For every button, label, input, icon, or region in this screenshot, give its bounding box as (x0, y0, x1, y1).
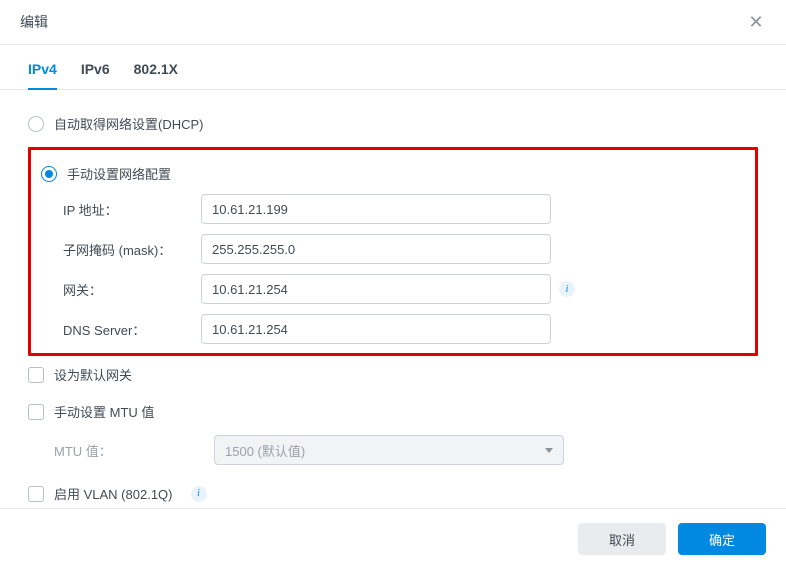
mtu-value-row: MTU 值： 1500 (默认值) (28, 430, 758, 475)
dialog-title: 编辑 (20, 12, 48, 32)
subnet-mask-label: 子网掩码 (mask)： (41, 240, 201, 259)
radio-manual[interactable] (41, 166, 57, 182)
dialog-footer: 取消 确定 (0, 508, 786, 569)
radio-dhcp[interactable] (28, 116, 44, 132)
mtu-label: 手动设置 MTU 值 (54, 402, 154, 421)
radio-dhcp-label: 自动取得网络设置(DHCP) (54, 114, 204, 133)
radio-manual-label: 手动设置网络配置 (67, 164, 171, 183)
mtu-value-label: MTU 值： (28, 441, 214, 460)
dns-label: DNS Server： (41, 320, 201, 339)
subnet-mask-row: 子网掩码 (mask)： (31, 229, 755, 269)
radio-dhcp-row: 自动取得网络设置(DHCP) (28, 108, 758, 139)
gateway-row: 网关： (31, 269, 755, 309)
mtu-row: 手动设置 MTU 值 (28, 393, 758, 430)
ip-address-label: IP 地址： (41, 200, 201, 219)
dns-row: DNS Server： (31, 309, 755, 349)
manual-config-highlight: 手动设置网络配置 IP 地址： 子网掩码 (mask)： 网关： DNS Ser… (28, 147, 758, 356)
gateway-input[interactable] (201, 274, 551, 304)
tab-8021x[interactable]: 802.1X (134, 61, 178, 89)
info-icon[interactable] (191, 486, 207, 502)
vlan-row: 启用 VLAN (802.1Q) (28, 475, 758, 512)
subnet-mask-input[interactable] (201, 234, 551, 264)
dialog-header: 编辑 (0, 0, 786, 45)
vlan-checkbox[interactable] (28, 486, 44, 502)
radio-manual-row: 手动设置网络配置 (31, 158, 755, 189)
default-gateway-checkbox[interactable] (28, 367, 44, 383)
tabs: IPv4 IPv6 802.1X (0, 45, 786, 90)
mtu-select-value: 1500 (默认值) (225, 441, 305, 460)
dns-input[interactable] (201, 314, 551, 344)
cancel-button[interactable]: 取消 (578, 523, 666, 555)
tab-content-ipv4: 自动取得网络设置(DHCP) 手动设置网络配置 IP 地址： 子网掩码 (mas… (0, 90, 786, 557)
ok-button[interactable]: 确定 (678, 523, 766, 555)
tab-ipv4[interactable]: IPv4 (28, 61, 57, 89)
mtu-select: 1500 (默认值) (214, 435, 564, 465)
mtu-checkbox[interactable] (28, 404, 44, 420)
gateway-label: 网关： (41, 280, 201, 299)
info-icon[interactable] (559, 281, 575, 297)
vlan-label: 启用 VLAN (802.1Q) (54, 484, 173, 503)
chevron-down-icon (545, 448, 553, 453)
default-gateway-label: 设为默认网关 (54, 365, 132, 384)
ip-address-input[interactable] (201, 194, 551, 224)
tab-ipv6[interactable]: IPv6 (81, 61, 110, 89)
default-gateway-row: 设为默认网关 (28, 356, 758, 393)
close-button[interactable] (746, 12, 766, 32)
ip-address-row: IP 地址： (31, 189, 755, 229)
